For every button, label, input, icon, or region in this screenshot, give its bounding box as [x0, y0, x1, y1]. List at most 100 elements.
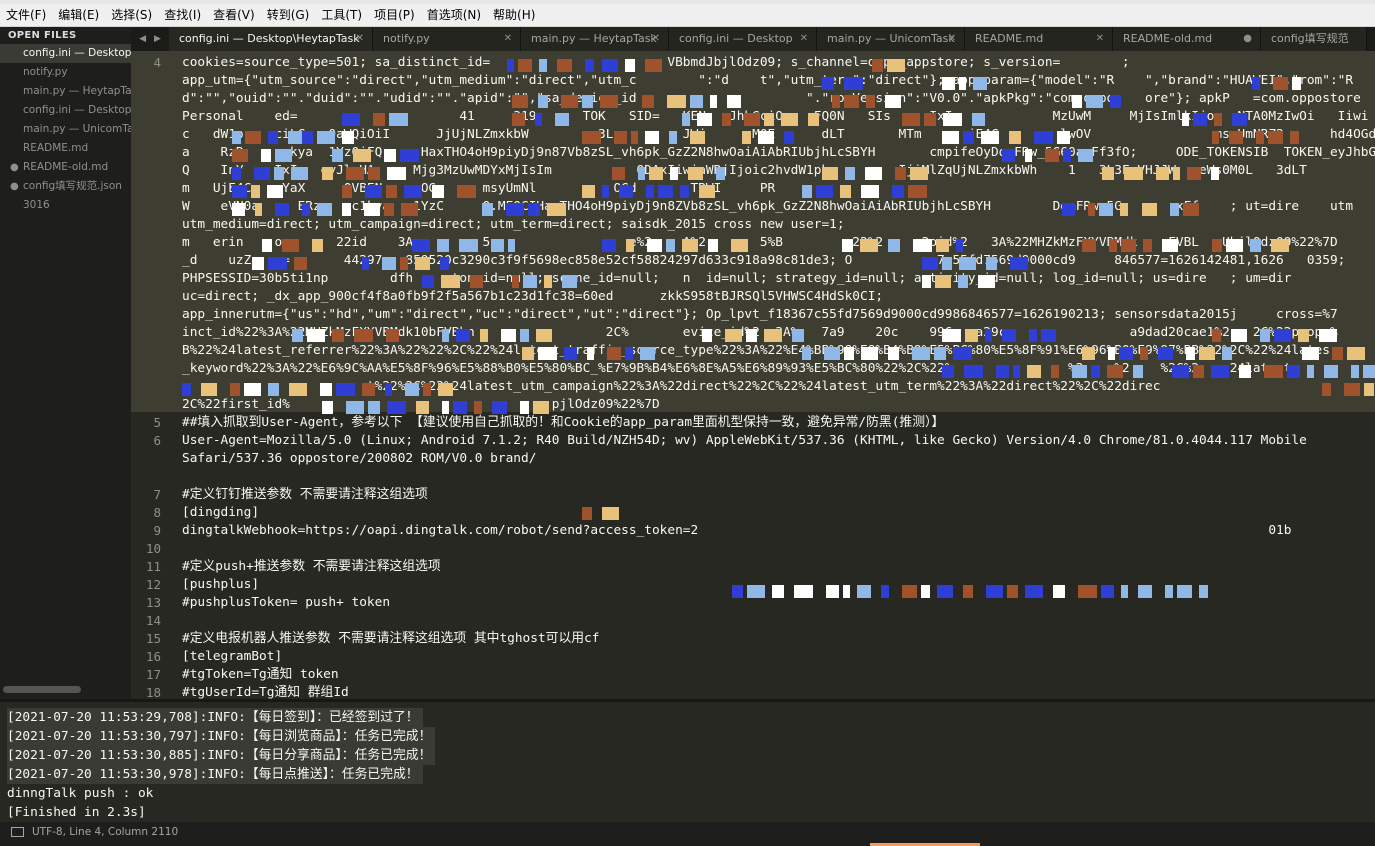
build-output-panel[interactable]: [2021-07-20 11:53:29,708]:INFO:【每日签到】：已经…	[0, 699, 1375, 825]
redaction-block	[368, 401, 380, 414]
sidebar-file-item[interactable]: main.py — HeytapTas	[0, 82, 131, 101]
redaction-block	[442, 401, 449, 414]
redaction-block	[322, 167, 333, 180]
redaction-block	[902, 113, 920, 126]
code-editor[interactable]: 4 5 6 7 8 9 10 11 12 13 14 15 16 17 18 1…	[131, 51, 1375, 699]
close-icon[interactable]: ✕	[800, 27, 808, 51]
tab-prev-icon[interactable]: ◀	[139, 34, 146, 44]
redaction-block	[764, 113, 774, 126]
redaction-block	[826, 585, 839, 598]
redaction-block	[888, 347, 899, 360]
redaction-block	[404, 185, 422, 198]
redaction-block	[1025, 149, 1032, 162]
redaction-block	[1138, 585, 1152, 598]
menu-tools[interactable]: 工具(T)	[315, 4, 368, 26]
redaction-block	[645, 131, 659, 144]
redaction-block	[885, 95, 901, 108]
sidebar-scrollbar[interactable]	[3, 686, 81, 693]
sidebar-file-item[interactable]: README.md	[0, 139, 131, 158]
tab-readme[interactable]: README.md ✕	[965, 27, 1113, 51]
redaction-block	[965, 329, 978, 342]
redaction-block	[1212, 131, 1219, 144]
redaction-block	[1364, 383, 1374, 396]
redaction-block	[412, 239, 430, 252]
redaction-block	[802, 347, 811, 360]
code-line: c dW1p ciLC 0aWQiOiI JjUjNLZmxkbW x3L JW…	[182, 127, 1375, 142]
sidebar-file-label: main.py — HeytapTas	[23, 85, 131, 97]
menu-preferences[interactable]: 首选项(N)	[421, 4, 487, 26]
tab-config-json[interactable]: config填写规范	[1261, 27, 1367, 51]
sidebar-file-item[interactable]: ● README-old.md	[0, 158, 131, 177]
redaction-block	[860, 239, 878, 252]
redaction-block	[958, 275, 968, 288]
redaction-block	[708, 239, 718, 252]
redaction-block	[690, 131, 705, 144]
redaction-block	[722, 113, 731, 126]
sidebar-file-item[interactable]: ● config填写规范.json	[0, 177, 131, 196]
tab-main-py-heytap[interactable]: main.py — HeytapTask ✕	[521, 27, 669, 51]
sidebar-file-item[interactable]: config.ini — Desktop	[0, 44, 131, 63]
close-icon[interactable]: ✕	[1096, 27, 1104, 51]
redaction-block	[453, 401, 467, 414]
redaction-block	[342, 185, 352, 198]
redaction-block	[1363, 365, 1375, 378]
menu-goto[interactable]: 转到(G)	[261, 4, 316, 26]
tab-readme-old[interactable]: README-old.md ●	[1113, 27, 1261, 51]
redaction-block	[533, 401, 549, 414]
line-number: 12	[145, 577, 161, 592]
redaction-block	[474, 401, 482, 414]
unsaved-dot-icon[interactable]: ●	[1243, 27, 1252, 51]
menu-selection[interactable]: 选择(S)	[105, 4, 158, 26]
menu-file[interactable]: 文件(F)	[0, 4, 52, 26]
redaction-block	[512, 275, 519, 288]
redaction-block	[244, 383, 261, 396]
menu-project[interactable]: 项目(P)	[368, 4, 421, 26]
redaction-block	[922, 275, 931, 288]
redaction-block	[320, 383, 332, 396]
sidebar-file-item[interactable]: main.py — UnicomTas	[0, 120, 131, 139]
close-icon[interactable]: ✕	[504, 27, 512, 51]
redaction-block	[626, 239, 634, 252]
redaction-block	[844, 347, 854, 360]
redaction-block	[201, 383, 217, 396]
redaction-block	[888, 239, 900, 252]
tab-notify-py[interactable]: notify.py ✕	[373, 27, 521, 51]
redaction-block	[614, 131, 627, 144]
redaction-block	[508, 239, 515, 252]
line-number: 15	[145, 631, 161, 646]
tab-label: notify.py	[383, 32, 430, 45]
redaction-block	[1082, 347, 1095, 360]
redaction-block	[887, 59, 905, 72]
redaction-block	[365, 185, 382, 198]
sidebar-file-label: config.ini — Desktop	[23, 47, 131, 59]
redaction-block	[317, 203, 332, 216]
tab-config-ini-heytap[interactable]: config.ini — Desktop\HeytapTask ✕	[169, 27, 373, 51]
menu-help[interactable]: 帮助(H)	[487, 4, 541, 26]
redaction-block	[536, 329, 552, 342]
close-icon[interactable]: ✕	[652, 27, 660, 51]
redaction-block	[972, 113, 985, 126]
close-icon[interactable]: ✕	[948, 27, 956, 51]
redaction-block	[1344, 383, 1360, 396]
redaction-block	[544, 275, 552, 288]
sidebar-file-item[interactable]: 3016	[0, 196, 131, 215]
tab-next-icon[interactable]: ▶	[154, 34, 161, 44]
redaction-block	[1307, 365, 1314, 378]
redaction-block	[731, 239, 748, 252]
tab-config-ini-desktop[interactable]: config.ini — Desktop ✕	[669, 27, 817, 51]
close-icon[interactable]: ✕	[356, 27, 364, 51]
redaction-block	[564, 347, 577, 360]
redaction-block	[747, 585, 765, 598]
redaction-block	[292, 329, 303, 342]
sidebar-file-label: 3016	[23, 199, 50, 211]
menu-bar: 文件(F) 编辑(E) 选择(S) 查找(I) 查看(V) 转到(G) 工具(T…	[0, 4, 1375, 27]
sidebar-file-item[interactable]: notify.py	[0, 63, 131, 82]
redaction-block	[912, 347, 930, 360]
menu-find[interactable]: 查找(I)	[158, 4, 207, 26]
panel-toggle-icon[interactable]	[11, 827, 24, 837]
tab-main-py-unicom[interactable]: main.py — UnicomTask ✕	[817, 27, 965, 51]
sidebar-file-item[interactable]: config.ini — Desktop	[0, 101, 131, 120]
menu-view[interactable]: 查看(V)	[207, 4, 261, 26]
redaction-block	[1086, 95, 1103, 108]
menu-edit[interactable]: 编辑(E)	[52, 4, 105, 26]
